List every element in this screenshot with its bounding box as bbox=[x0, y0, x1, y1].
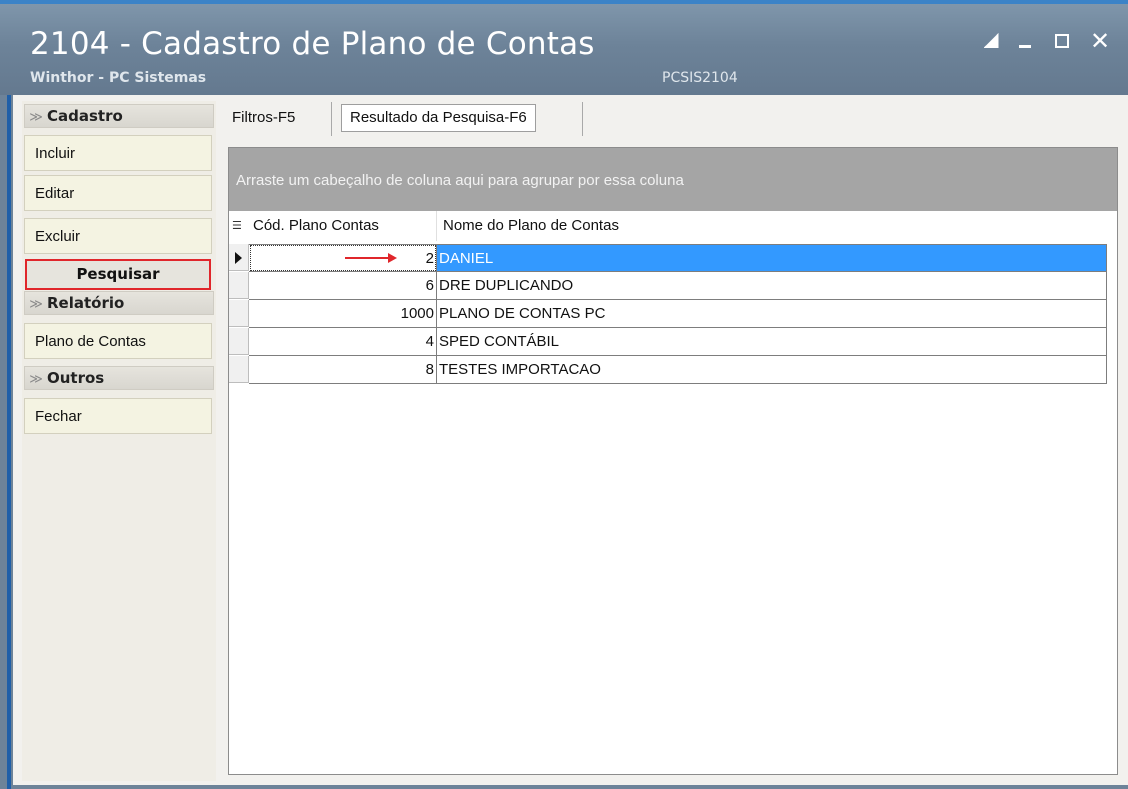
column-header-nome-plano-contas[interactable]: Nome do Plano de Contas bbox=[443, 211, 619, 241]
tab-divider bbox=[582, 102, 583, 136]
group-label: Cadastro bbox=[47, 107, 123, 125]
window-left-accent bbox=[7, 95, 11, 789]
row-indicator[interactable] bbox=[229, 244, 249, 271]
table-row[interactable]: 8 TESTES IMPORTACAO bbox=[229, 356, 1107, 384]
table-row[interactable]: 6 DRE DUPLICANDO bbox=[229, 272, 1107, 300]
cell-cod[interactable]: 4 bbox=[249, 328, 437, 356]
column-header-row: ☰ Cód. Plano Contas Nome do Plano de Con… bbox=[229, 211, 1117, 241]
program-code: PCSIS2104 bbox=[662, 70, 738, 86]
table-row[interactable]: 1000 PLANO DE CONTAS PC bbox=[229, 300, 1107, 328]
window-subtitle: Winthor - PC Sistemas bbox=[30, 70, 207, 86]
plano-de-contas-report-button[interactable]: Plano de Contas bbox=[24, 323, 212, 359]
collapse-chevron-icon: ≫ bbox=[29, 297, 43, 312]
cell-cod-value: 2 bbox=[425, 250, 434, 267]
column-chooser-icon[interactable]: ☰ bbox=[232, 219, 244, 233]
excluir-button[interactable]: Excluir bbox=[24, 218, 212, 254]
cell-nome[interactable]: PLANO DE CONTAS PC bbox=[437, 300, 1107, 328]
cell-cod[interactable]: 2 bbox=[249, 244, 437, 272]
current-row-arrow-icon bbox=[235, 252, 242, 264]
group-label: Outros bbox=[47, 369, 105, 387]
maximize-icon[interactable] bbox=[1049, 28, 1075, 54]
application-window: 2104 - Cadastro de Plano de Contas Winth… bbox=[0, 0, 1128, 789]
column-divider bbox=[436, 211, 437, 241]
tab-divider bbox=[331, 102, 332, 136]
pesquisar-button[interactable]: Pesquisar bbox=[25, 259, 211, 290]
minimize-icon[interactable] bbox=[1012, 28, 1038, 54]
cell-nome[interactable]: DANIEL bbox=[437, 244, 1107, 272]
window-bottom-border bbox=[13, 785, 1128, 789]
row-indicator[interactable] bbox=[229, 300, 249, 327]
collapse-chevron-icon: ≫ bbox=[29, 372, 43, 387]
column-header-cod-plano-contas[interactable]: Cód. Plano Contas bbox=[253, 211, 379, 241]
cell-nome[interactable]: DRE DUPLICANDO bbox=[437, 272, 1107, 300]
group-by-hint: Arraste um cabeçalho de coluna aqui para… bbox=[236, 172, 684, 189]
table-row[interactable]: 4 SPED CONTÁBIL bbox=[229, 328, 1107, 356]
row-indicator[interactable] bbox=[229, 356, 249, 383]
fechar-button[interactable]: Fechar bbox=[24, 398, 212, 434]
cell-cod[interactable]: 1000 bbox=[249, 300, 437, 328]
incluir-button[interactable]: Incluir bbox=[24, 135, 212, 171]
red-annotation-arrow-icon bbox=[345, 253, 397, 263]
collapse-chevron-icon: ≫ bbox=[29, 110, 43, 125]
tab-filtros[interactable]: Filtros-F5 bbox=[226, 102, 301, 134]
title-bar[interactable]: 2104 - Cadastro de Plano de Contas Winth… bbox=[0, 0, 1128, 95]
close-icon[interactable]: ✕ bbox=[1087, 28, 1113, 54]
cell-nome[interactable]: SPED CONTÁBIL bbox=[437, 328, 1107, 356]
sidebar-group-outros[interactable]: ≫ Outros bbox=[24, 366, 214, 390]
row-indicator[interactable] bbox=[229, 272, 249, 299]
sidebar-group-relatorio[interactable]: ≫ Relatório bbox=[24, 291, 214, 315]
window-title: 2104 - Cadastro de Plano de Contas bbox=[30, 26, 595, 62]
restore-icon[interactable] bbox=[978, 28, 1004, 54]
group-by-panel[interactable]: Arraste um cabeçalho de coluna aqui para… bbox=[229, 148, 1117, 211]
editar-button[interactable]: Editar bbox=[24, 175, 212, 211]
cell-cod[interactable]: 6 bbox=[249, 272, 437, 300]
group-label: Relatório bbox=[47, 294, 125, 312]
row-indicator[interactable] bbox=[229, 328, 249, 355]
cell-cod[interactable]: 8 bbox=[249, 356, 437, 384]
sidebar-group-cadastro[interactable]: ≫ Cadastro bbox=[24, 104, 214, 128]
results-grid[interactable]: Arraste um cabeçalho de coluna aqui para… bbox=[228, 147, 1118, 775]
table-row[interactable]: 2 DANIEL bbox=[229, 244, 1107, 272]
tab-resultado-da-pesquisa[interactable]: Resultado da Pesquisa-F6 bbox=[341, 104, 536, 132]
cell-nome[interactable]: TESTES IMPORTACAO bbox=[437, 356, 1107, 384]
